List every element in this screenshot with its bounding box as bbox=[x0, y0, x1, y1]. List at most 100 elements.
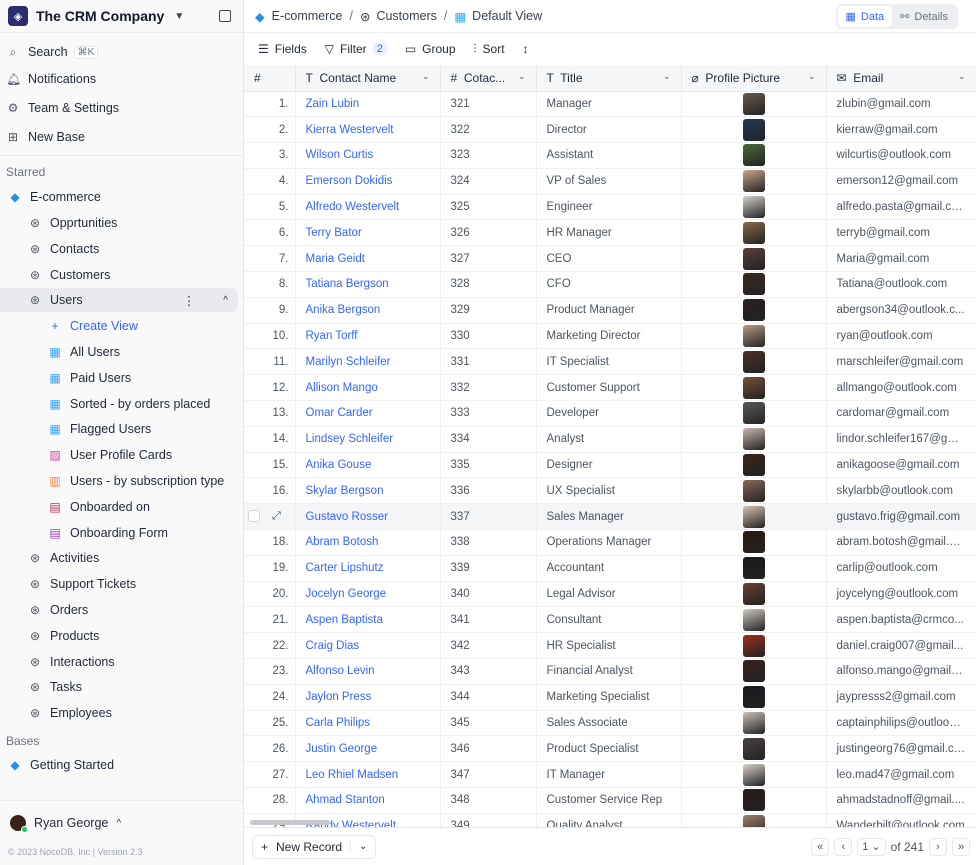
profile-picture-cell[interactable] bbox=[681, 555, 827, 582]
contact-cell[interactable]: 324 bbox=[440, 168, 537, 195]
profile-thumbnail[interactable] bbox=[742, 712, 765, 735]
profile-picture-cell[interactable] bbox=[681, 813, 827, 827]
contact-name-cell[interactable]: Alfonso Levin bbox=[295, 658, 441, 685]
contact-cell[interactable]: 329 bbox=[440, 297, 537, 324]
chevron-up-icon[interactable]: ^ bbox=[223, 295, 228, 306]
profile-thumbnail[interactable] bbox=[742, 737, 765, 760]
contact-name-cell[interactable]: Anika Bergson bbox=[295, 297, 441, 324]
prev-page-button[interactable]: ‹ bbox=[834, 837, 853, 856]
contact-cell[interactable]: 339 bbox=[440, 555, 537, 582]
contact-cell[interactable]: 336 bbox=[440, 477, 537, 505]
title-cell[interactable]: Designer bbox=[536, 452, 682, 479]
chevron-down-icon[interactable]: ⌄ bbox=[422, 71, 430, 82]
table-row[interactable]: 9. Anika Bergson 329 Product Manager abergso… bbox=[244, 297, 976, 324]
contact-name-cell[interactable]: Ryan Torff bbox=[295, 323, 441, 350]
chevron-down-icon[interactable]: ▼ bbox=[174, 11, 184, 22]
email-cell[interactable]: kierraw@gmail.com bbox=[826, 116, 976, 144]
contact-cell[interactable]: 349 bbox=[440, 813, 537, 827]
profile-thumbnail[interactable] bbox=[742, 583, 765, 606]
profile-picture-cell[interactable] bbox=[681, 477, 827, 505]
email-cell[interactable]: emerson12@gmail.com bbox=[826, 168, 976, 195]
contact-cell[interactable]: 327 bbox=[440, 245, 537, 273]
email-cell[interactable]: Maria@gmail.com bbox=[826, 245, 976, 273]
table-row[interactable]: 8. Tatiana Bergson 328 CFO Tatiana@outlook.c… bbox=[244, 271, 976, 298]
profile-picture-cell[interactable] bbox=[681, 426, 827, 453]
profile-picture-cell[interactable] bbox=[681, 116, 827, 144]
title-cell[interactable]: Engineer bbox=[536, 194, 682, 221]
contact-name-cell[interactable]: Maria Geidt bbox=[295, 245, 441, 273]
profile-picture-cell[interactable] bbox=[681, 91, 827, 118]
title-cell[interactable]: Sales Associate bbox=[536, 710, 682, 737]
sidebar-table-item[interactable]: ⊛ Contacts bbox=[0, 237, 238, 261]
contact-cell[interactable]: 348 bbox=[440, 787, 537, 814]
profile-thumbnail[interactable] bbox=[742, 273, 765, 296]
contact-cell[interactable]: 333 bbox=[440, 400, 537, 427]
profile-picture-cell[interactable] bbox=[681, 219, 827, 247]
email-cell[interactable]: jaypresss2@gmail.com bbox=[826, 684, 976, 711]
sidebar-view-item[interactable]: ▤ Onboarding Form bbox=[0, 521, 238, 545]
user-menu[interactable]: Ryan George ^ bbox=[0, 811, 238, 835]
table-row[interactable]: 11. Marilyn Schleifer 331 IT Specialist mars… bbox=[244, 348, 976, 376]
table-row[interactable]: 23. Alfonso Levin 343 Financial Analyst alfo… bbox=[244, 658, 976, 685]
chevron-down-icon[interactable]: ⌄ bbox=[518, 71, 526, 82]
fields-button[interactable]: ☰ Fields bbox=[258, 42, 307, 56]
email-cell[interactable]: carlip@outlook.com bbox=[826, 555, 976, 582]
chevron-down-icon[interactable]: ⌄ bbox=[958, 71, 966, 82]
sidebar-table-item[interactable]: ⊛ Tasks bbox=[0, 675, 238, 699]
title-cell[interactable]: Product Manager bbox=[536, 297, 682, 324]
email-cell[interactable]: alfredo.pasta@gmail.com bbox=[826, 194, 976, 221]
title-cell[interactable]: Accountant bbox=[536, 555, 682, 582]
title-cell[interactable]: Assistant bbox=[536, 142, 682, 169]
title-cell[interactable]: CFO bbox=[536, 271, 682, 298]
title-cell[interactable]: Operations Manager bbox=[536, 529, 682, 556]
column-header-email[interactable]: ✉ Email ⌄ bbox=[826, 65, 976, 92]
profile-thumbnail[interactable] bbox=[742, 92, 765, 115]
table-row[interactable]: 5. Alfredo Westervelt 325 Engineer alfredo.p… bbox=[244, 194, 976, 221]
profile-picture-cell[interactable] bbox=[681, 632, 827, 660]
nav-team-settings[interactable]: ⚙ Team & Settings bbox=[0, 96, 238, 120]
profile-thumbnail[interactable] bbox=[742, 144, 765, 167]
sidebar-view-item[interactable]: ▨ User Profile Cards bbox=[0, 443, 238, 467]
email-cell[interactable]: wilcurtis@outlook.com bbox=[826, 142, 976, 169]
contact-name-cell[interactable]: Jocelyn George bbox=[295, 581, 441, 608]
profile-picture-cell[interactable] bbox=[681, 503, 827, 531]
profile-thumbnail[interactable] bbox=[742, 170, 765, 193]
profile-thumbnail[interactable] bbox=[742, 479, 765, 502]
title-cell[interactable]: Legal Advisor bbox=[536, 581, 682, 608]
profile-picture-cell[interactable] bbox=[681, 297, 827, 324]
email-cell[interactable]: aspen.baptista@crmco... bbox=[826, 606, 976, 634]
profile-thumbnail[interactable] bbox=[742, 376, 765, 399]
profile-picture-cell[interactable] bbox=[681, 761, 827, 789]
table-row[interactable]: 1. Zain Lubin 321 Manager zlubin@gmail.com bbox=[244, 91, 976, 118]
sidebar-table-item[interactable]: ⊛ Interactions bbox=[0, 650, 238, 674]
contact-cell[interactable]: 342 bbox=[440, 632, 537, 660]
contact-name-cell[interactable]: Tatiana Bergson bbox=[295, 271, 441, 298]
sidebar-table-item[interactable]: ⊛ Opprtunities bbox=[0, 211, 238, 235]
contact-cell[interactable]: 343 bbox=[440, 658, 537, 685]
chevron-down-icon[interactable]: ⌄ bbox=[350, 841, 375, 852]
profile-picture-cell[interactable] bbox=[681, 684, 827, 711]
column-header-profile-picture[interactable]: ⌀ Profile Picture ⌄ bbox=[681, 65, 827, 92]
email-cell[interactable]: zlubin@gmail.com bbox=[826, 91, 976, 118]
new-record-button[interactable]: + New Record ⌄ bbox=[252, 834, 377, 859]
profile-picture-cell[interactable] bbox=[681, 142, 827, 169]
profile-thumbnail[interactable] bbox=[742, 299, 765, 322]
breadcrumb-base[interactable]: E-commerce bbox=[272, 9, 343, 23]
row-select-cell[interactable]: ⤢ bbox=[244, 503, 296, 531]
profile-picture-cell[interactable] bbox=[681, 348, 827, 376]
table-row[interactable]: 10. Ryan Torff 330 Marketing Director ryan@o… bbox=[244, 323, 976, 350]
contact-cell[interactable]: 331 bbox=[440, 348, 537, 376]
table-row[interactable]: 4. Emerson Dokidis 324 VP of Sales emerson12… bbox=[244, 168, 976, 195]
title-cell[interactable]: VP of Sales bbox=[536, 168, 682, 195]
contact-cell[interactable]: 330 bbox=[440, 323, 537, 350]
profile-picture-cell[interactable] bbox=[681, 787, 827, 814]
title-cell[interactable]: Analyst bbox=[536, 426, 682, 453]
contact-name-cell[interactable]: Omar Carder bbox=[295, 400, 441, 427]
email-cell[interactable]: Wanderbilt@outlook.com bbox=[826, 813, 976, 827]
sidebar-table-item[interactable]: ⊛ Users ⋮ ^ bbox=[0, 288, 238, 313]
table-row[interactable]: 7. Maria Geidt 327 CEO Maria@gmail.com bbox=[244, 245, 976, 273]
sidebar-table-item[interactable]: ⊛ Products bbox=[0, 624, 238, 648]
contact-name-cell[interactable]: Aspen Baptista bbox=[295, 606, 441, 634]
email-cell[interactable]: terryb@gmail.com bbox=[826, 219, 976, 247]
profile-thumbnail[interactable] bbox=[742, 660, 765, 683]
